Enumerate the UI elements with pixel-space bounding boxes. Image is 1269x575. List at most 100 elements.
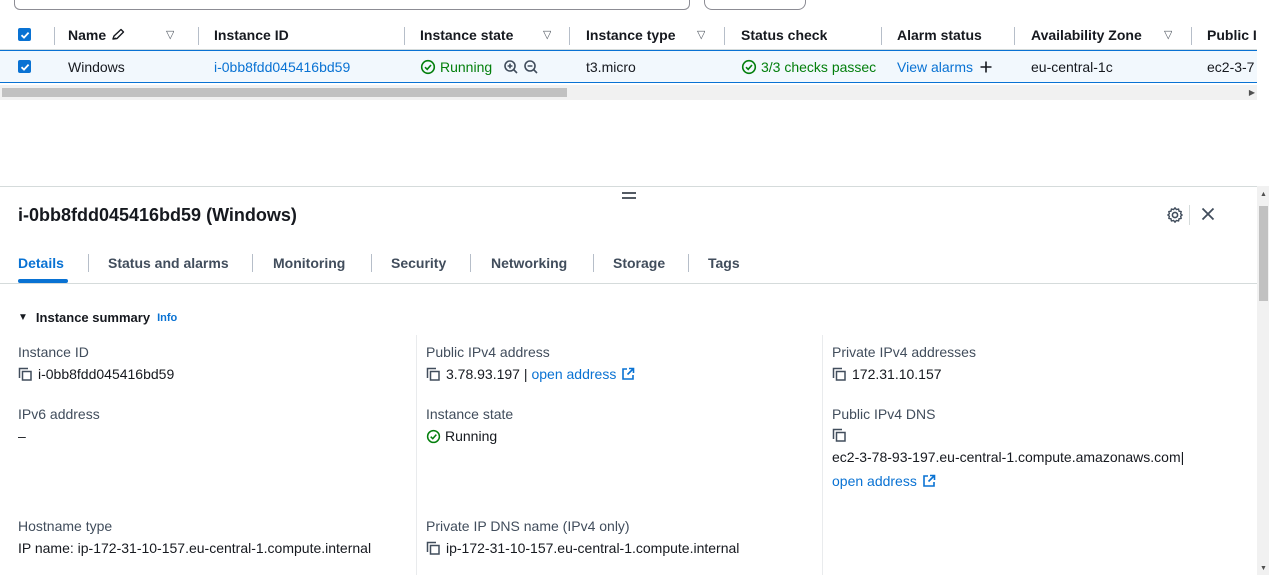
column-header-name-label: Name — [68, 26, 107, 43]
info-link[interactable]: Info — [157, 312, 177, 324]
tab-storage[interactable]: Storage — [613, 244, 665, 282]
filter-state-icon[interactable]: ▽ — [543, 20, 551, 49]
field-label: IPv6 address — [18, 406, 100, 422]
open-address-link[interactable]: open address — [531, 366, 616, 382]
column-header-public-dns[interactable]: Public I — [1207, 20, 1257, 49]
filter-az-icon[interactable]: ▽ — [1164, 20, 1172, 49]
column-header-status-check-label: Status check — [741, 26, 828, 43]
copy-icon[interactable] — [18, 367, 32, 381]
row-instance-id-link[interactable]: i-0bb8fdd045416bd59 — [214, 51, 350, 82]
resize-handle-icon[interactable] — [622, 192, 636, 200]
search-input[interactable] — [14, 0, 690, 10]
filter-dropdown[interactable] — [704, 0, 806, 10]
close-icon[interactable] — [1199, 205, 1217, 223]
row-instance-state: Running — [420, 51, 539, 82]
field-private-dns: Private IP DNS name (IPv4 only) ip-172-3… — [426, 518, 739, 556]
column-header-name[interactable]: Name — [68, 20, 126, 49]
scroll-up-arrow-icon[interactable]: ▲ — [1260, 191, 1267, 198]
field-label: Private IPv4 addresses — [832, 344, 976, 360]
vertical-scrollbar-thumb[interactable] — [1259, 206, 1268, 301]
copy-icon[interactable] — [832, 367, 846, 381]
column-header-availability-zone-label: Availability Zone — [1031, 26, 1142, 43]
caret-down-icon: ▼ — [18, 312, 28, 323]
field-hostname-type: Hostname type IP name: ip-172-31-10-157.… — [18, 518, 371, 556]
zoom-out-icon[interactable] — [523, 59, 539, 75]
column-header-instance-state-label: Instance state — [420, 26, 514, 43]
filter-type-icon[interactable]: ▽ — [697, 20, 705, 49]
tab-tags[interactable]: Tags — [708, 244, 740, 282]
field-value: Running — [445, 428, 498, 444]
column-header-public-dns-label: Public I — [1207, 26, 1257, 43]
vertical-scrollbar[interactable]: ▲ ▼ — [1257, 186, 1269, 575]
column-header-availability-zone[interactable]: Availability Zone — [1031, 20, 1142, 49]
table-header-row: Name ▽ Instance ID Instance state ▽ Inst… — [0, 20, 1257, 50]
field-ipv6: IPv6 address – — [18, 406, 100, 444]
tab-status-and-alarms[interactable]: Status and alarms — [108, 244, 229, 282]
field-value: IP name: ip-172-31-10-157.eu-central-1.c… — [18, 540, 372, 556]
view-alarms-link[interactable]: View alarms — [897, 59, 973, 75]
horizontal-scrollbar[interactable]: ▶ — [0, 85, 1257, 100]
field-value: ec2-3-78-93-197.eu-central-1.compute.ama… — [832, 449, 1185, 465]
column-header-alarm-status-label: Alarm status — [897, 26, 982, 43]
column-header-instance-type-label: Instance type — [586, 26, 676, 43]
open-address-link[interactable]: open address — [832, 473, 917, 489]
scroll-down-arrow-icon[interactable]: ▼ — [1260, 565, 1267, 572]
scroll-right-arrow-icon[interactable]: ▶ — [1249, 88, 1255, 97]
field-label: Public IPv4 address — [426, 344, 550, 360]
check-circle-icon — [420, 59, 436, 74]
check-circle-icon — [426, 429, 441, 443]
copy-icon[interactable] — [426, 541, 440, 555]
row-checkbox[interactable] — [18, 51, 31, 82]
row-instance-state-label: Running — [440, 58, 493, 75]
horizontal-scrollbar-thumb[interactable] — [2, 88, 567, 97]
field-public-ipv4: Public IPv4 address 3.78.93.197 | open a… — [426, 344, 635, 382]
column-header-alarm-status[interactable]: Alarm status — [897, 20, 982, 49]
field-value: i-0bb8fdd045416bd59 — [38, 366, 175, 382]
field-label: Instance state — [426, 406, 514, 422]
field-instance-state: Instance state Running — [426, 406, 513, 444]
active-tab-indicator — [18, 279, 68, 283]
tab-details[interactable]: Details — [18, 244, 64, 282]
field-value: 3.78.93.197 | — [446, 366, 528, 382]
table-row[interactable]: Windows i-0bb8fdd045416bd59 Running t3.m… — [0, 50, 1257, 83]
tab-security[interactable]: Security — [391, 244, 446, 282]
column-header-instance-type[interactable]: Instance type — [586, 20, 675, 49]
details-tabs: Details Status and alarms Monitoring Sec… — [0, 244, 1257, 284]
field-value: 172.31.10.157 — [852, 366, 942, 382]
field-private-ipv4: Private IPv4 addresses 172.31.10.157 — [832, 344, 976, 382]
field-instance-id: Instance ID i-0bb8fdd045416bd59 — [18, 344, 174, 382]
column-divider — [416, 335, 417, 575]
field-value: – — [18, 428, 26, 444]
row-status-check-label: 3/3 checks passec — [761, 58, 877, 75]
column-header-instance-id-label: Instance ID — [214, 26, 289, 43]
copy-icon[interactable] — [832, 428, 846, 442]
tab-networking[interactable]: Networking — [491, 244, 567, 282]
field-value: ip-172-31-10-157.eu-central-1.compute.in… — [446, 540, 740, 556]
field-label: Instance ID — [18, 344, 89, 360]
check-circle-icon — [741, 59, 757, 74]
external-link-icon[interactable] — [621, 367, 635, 381]
instance-summary-header[interactable]: ▼ Instance summary Info — [18, 310, 177, 325]
field-label: Public IPv4 DNS — [832, 406, 936, 422]
instances-table: Name ▽ Instance ID Instance state ▽ Inst… — [0, 20, 1257, 83]
copy-icon[interactable] — [426, 367, 440, 381]
checkbox-checked-icon — [18, 60, 31, 73]
select-all-checkbox[interactable] — [18, 20, 31, 49]
row-public-dns: ec2-3-7 — [1207, 58, 1255, 75]
column-header-status-check[interactable]: Status check — [741, 20, 827, 49]
zoom-in-icon[interactable] — [503, 59, 519, 75]
field-label: Private IP DNS name (IPv4 only) — [426, 518, 630, 534]
external-link-icon[interactable] — [922, 474, 936, 488]
plus-icon[interactable] — [979, 60, 993, 74]
tab-monitoring[interactable]: Monitoring — [273, 244, 345, 282]
row-status-check: 3/3 checks passec — [741, 51, 879, 82]
instance-summary-title: Instance summary — [35, 310, 151, 325]
filter-name-icon[interactable]: ▽ — [166, 20, 174, 49]
gear-icon[interactable] — [1166, 206, 1184, 224]
panel-title: i-0bb8fdd045416bd59 (Windows) — [18, 205, 297, 225]
column-header-instance-state[interactable]: Instance state — [420, 20, 513, 49]
filter-bar — [0, 0, 1269, 14]
row-instance-type: t3.micro — [586, 58, 636, 75]
panel-header-separator — [1189, 205, 1190, 225]
column-header-instance-id[interactable]: Instance ID — [214, 20, 289, 49]
